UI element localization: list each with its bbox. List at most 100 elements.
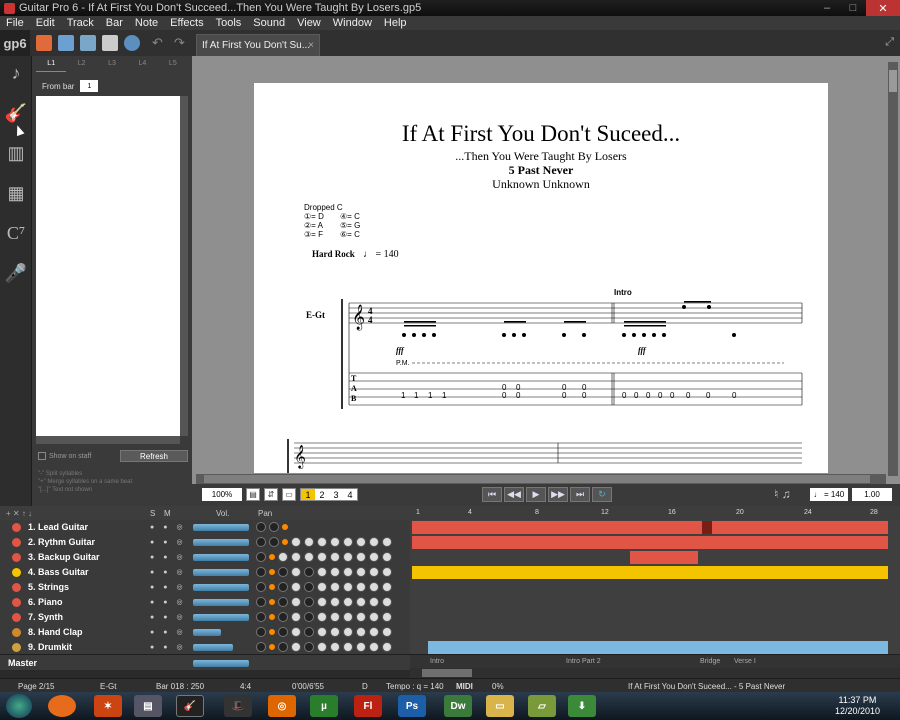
solo-mute-buttons[interactable]: ●●◎ bbox=[150, 598, 186, 607]
guitar-instrument-icon[interactable]: 🎸 bbox=[4, 100, 28, 126]
solo-mute-buttons[interactable]: ●●◎ bbox=[150, 568, 186, 577]
track-row[interactable]: 3. Backup Guitar ●●◎ bbox=[0, 550, 900, 565]
track-bars[interactable] bbox=[410, 535, 900, 550]
solo-mute-buttons[interactable]: ●●◎ bbox=[150, 538, 186, 547]
master-volume-slider[interactable] bbox=[193, 660, 249, 667]
notes-icon[interactable]: ▱ bbox=[528, 695, 556, 717]
blender-icon[interactable]: ◎ bbox=[268, 695, 296, 717]
scroll-thumb[interactable] bbox=[889, 70, 897, 92]
pan-knobs[interactable] bbox=[256, 567, 406, 578]
track-name[interactable]: 2. Rythm Guitar bbox=[28, 537, 95, 547]
menu-view[interactable]: View bbox=[291, 17, 327, 29]
multitrack-icon[interactable]: ⇵ bbox=[264, 488, 278, 501]
track-row[interactable]: 8. Hand Clap ●●◎ bbox=[0, 625, 900, 640]
bar-timeline[interactable]: 1 4 8 12 16 20 24 28 bbox=[410, 506, 900, 520]
scroll-thumb[interactable] bbox=[422, 669, 472, 677]
from-bar-input[interactable]: 1 bbox=[80, 80, 99, 92]
checkbox-icon[interactable] bbox=[38, 452, 46, 460]
track-name[interactable]: 1. Lead Guitar bbox=[28, 522, 88, 532]
document-tab[interactable]: If At First You Don't Su... × bbox=[196, 34, 320, 56]
solo-mute-buttons[interactable]: ●●◎ bbox=[150, 553, 186, 562]
pan-knobs[interactable] bbox=[256, 537, 406, 548]
pan-knobs[interactable] bbox=[256, 552, 406, 563]
volume-slider[interactable] bbox=[193, 629, 221, 636]
voice-1-button[interactable]: 1 bbox=[301, 489, 315, 500]
menu-file[interactable]: File bbox=[0, 17, 30, 29]
app-star-icon[interactable]: ✶ bbox=[94, 695, 122, 717]
volume-slider[interactable] bbox=[193, 539, 249, 546]
solo-mute-buttons[interactable]: ●●◎ bbox=[150, 628, 186, 637]
tempo-display[interactable]: ♩ = 140 bbox=[810, 488, 848, 501]
bar-block[interactable] bbox=[412, 536, 888, 549]
bar-block-selected[interactable] bbox=[702, 521, 712, 534]
download-icon[interactable]: ⬇ bbox=[568, 695, 596, 717]
section-label[interactable]: Bridge bbox=[700, 658, 720, 665]
menu-sound[interactable]: Sound bbox=[247, 17, 291, 29]
loop-icon[interactable]: ↻ bbox=[592, 487, 612, 502]
track-row[interactable]: 6. Piano ●●◎ bbox=[0, 595, 900, 610]
track-name[interactable]: 4. Bass Guitar bbox=[28, 567, 89, 577]
solo-mute-buttons[interactable]: ●●◎ bbox=[150, 613, 186, 622]
speed-select[interactable]: 1.00 bbox=[852, 488, 892, 501]
mixer-icon[interactable]: ▦ bbox=[4, 180, 28, 206]
track-name[interactable]: 6. Piano bbox=[28, 597, 63, 607]
fast-forward-icon[interactable]: ▶▶ bbox=[548, 487, 568, 502]
menu-bar-item[interactable]: Bar bbox=[100, 17, 129, 29]
firefox-icon[interactable] bbox=[48, 695, 76, 717]
close-tab-icon[interactable]: × bbox=[308, 40, 314, 51]
guitar-pro-icon[interactable]: 🎸 bbox=[176, 695, 204, 717]
dreamweaver-icon[interactable]: Dw bbox=[444, 695, 472, 717]
volume-slider[interactable] bbox=[193, 584, 249, 591]
fullscreen-icon[interactable]: ⤢ bbox=[885, 36, 894, 49]
rewind-icon[interactable]: ◀◀ bbox=[504, 487, 524, 502]
refresh-button[interactable]: Refresh bbox=[120, 450, 188, 462]
track-bars[interactable] bbox=[410, 640, 900, 655]
track-bars[interactable] bbox=[410, 520, 900, 535]
lyrics-tab-3[interactable]: L3 bbox=[97, 60, 127, 72]
pan-knobs[interactable] bbox=[256, 522, 406, 533]
track-name[interactable]: 8. Hand Clap bbox=[28, 627, 83, 637]
track-name[interactable]: 9. Drumkit bbox=[28, 642, 72, 652]
voice-4-button[interactable]: 4 bbox=[343, 489, 357, 500]
flash-icon[interactable]: Fl bbox=[354, 695, 382, 717]
pan-knobs[interactable] bbox=[256, 612, 406, 623]
bar-block[interactable] bbox=[412, 566, 888, 579]
score-vertical-scrollbar[interactable] bbox=[888, 62, 898, 476]
track-bars[interactable] bbox=[410, 595, 900, 610]
solo-mute-buttons[interactable]: ●●◎ bbox=[150, 643, 186, 652]
folder-icon[interactable]: ▭ bbox=[486, 695, 514, 717]
photoshop-icon[interactable]: Ps bbox=[398, 695, 426, 717]
track-row[interactable]: 4. Bass Guitar ●●◎ bbox=[0, 565, 900, 580]
go-to-start-icon[interactable]: ⏮ bbox=[482, 487, 502, 502]
print-icon[interactable] bbox=[102, 35, 118, 51]
hat-icon[interactable]: 🎩 bbox=[224, 695, 252, 717]
show-on-staff-checkbox[interactable]: Show on staff bbox=[38, 452, 91, 460]
menu-effects[interactable]: Effects bbox=[164, 17, 209, 29]
volume-slider[interactable] bbox=[193, 644, 233, 651]
volume-slider[interactable] bbox=[193, 524, 249, 531]
track-row[interactable]: 5. Strings ●●◎ bbox=[0, 580, 900, 595]
go-to-end-icon[interactable]: ⏭ bbox=[570, 487, 590, 502]
add-track-icon[interactable]: + ✕ ↑ ↓ bbox=[6, 509, 32, 518]
score-page[interactable]: If At First You Don't Suceed... ...Then … bbox=[254, 83, 828, 473]
media-icon[interactable]: ▤ bbox=[134, 695, 162, 717]
menu-help[interactable]: Help bbox=[378, 17, 413, 29]
track-row[interactable]: 1. Lead Guitar ●●◎ bbox=[0, 520, 900, 535]
metronome-icon[interactable]: ♮ ♫ bbox=[774, 487, 791, 501]
system-clock[interactable]: 11:37 PM 12/20/2010 bbox=[835, 695, 880, 717]
pan-knobs[interactable] bbox=[256, 582, 406, 593]
track-name[interactable]: 3. Backup Guitar bbox=[28, 552, 100, 562]
pan-knobs[interactable] bbox=[256, 642, 406, 653]
chord-icon[interactable]: C⁷ bbox=[4, 220, 28, 246]
lyrics-text-area[interactable] bbox=[36, 96, 180, 436]
menu-note[interactable]: Note bbox=[129, 17, 164, 29]
score-horizontal-scrollbar[interactable] bbox=[196, 474, 886, 484]
notation-palette-icon[interactable]: ♪ bbox=[4, 60, 28, 86]
page-layout-icon[interactable]: ▤ bbox=[246, 488, 260, 501]
bar-block[interactable] bbox=[412, 521, 888, 534]
volume-slider[interactable] bbox=[193, 599, 249, 606]
lyrics-vertical-scrollbar[interactable] bbox=[180, 96, 188, 436]
open-file-icon[interactable] bbox=[58, 35, 74, 51]
start-button-icon[interactable] bbox=[6, 694, 32, 718]
microphone-icon[interactable]: 🎤 bbox=[4, 260, 28, 286]
